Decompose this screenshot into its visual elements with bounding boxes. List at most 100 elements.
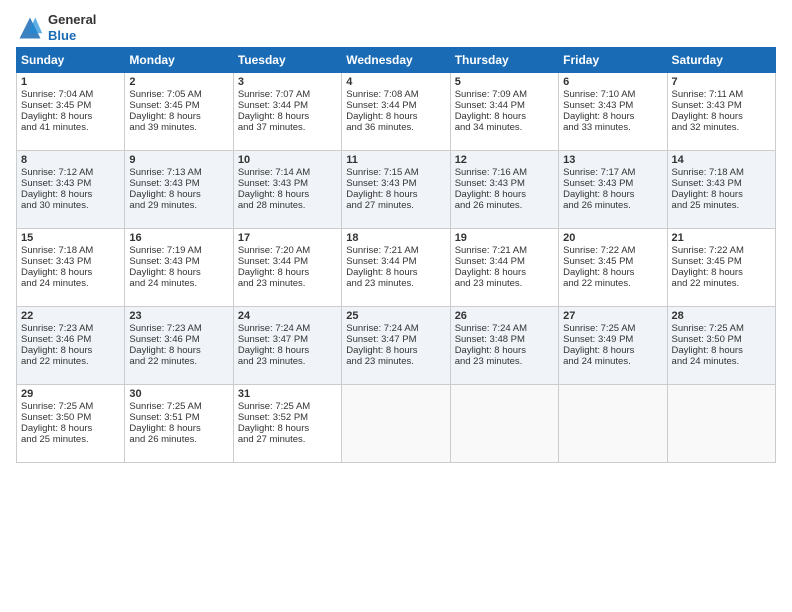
day-number: 19 bbox=[455, 232, 554, 244]
day-number: 2 bbox=[129, 76, 228, 88]
daylight-minutes: and 22 minutes. bbox=[21, 356, 89, 367]
sunrise-label: Sunrise: 7:23 AM bbox=[129, 323, 201, 334]
daylight-label: Daylight: 8 hours bbox=[21, 345, 92, 356]
week-row-2: 8Sunrise: 7:12 AMSunset: 3:43 PMDaylight… bbox=[17, 151, 776, 229]
daylight-label: Daylight: 8 hours bbox=[238, 267, 309, 278]
daylight-label: Daylight: 8 hours bbox=[346, 111, 417, 122]
sunset-label: Sunset: 3:45 PM bbox=[563, 256, 633, 267]
day-number: 16 bbox=[129, 232, 228, 244]
sunrise-label: Sunrise: 7:15 AM bbox=[346, 167, 418, 178]
day-cell: 8Sunrise: 7:12 AMSunset: 3:43 PMDaylight… bbox=[17, 151, 125, 229]
daylight-minutes: and 23 minutes. bbox=[238, 356, 306, 367]
day-cell: 27Sunrise: 7:25 AMSunset: 3:49 PMDayligh… bbox=[559, 307, 667, 385]
daylight-label: Daylight: 8 hours bbox=[455, 267, 526, 278]
sunset-label: Sunset: 3:43 PM bbox=[129, 256, 199, 267]
logo-blue: Blue bbox=[48, 28, 76, 43]
header-cell-friday: Friday bbox=[559, 48, 667, 73]
sunrise-label: Sunrise: 7:19 AM bbox=[129, 245, 201, 256]
daylight-label: Daylight: 8 hours bbox=[129, 189, 200, 200]
day-number: 18 bbox=[346, 232, 445, 244]
sunset-label: Sunset: 3:50 PM bbox=[672, 334, 742, 345]
daylight-label: Daylight: 8 hours bbox=[672, 267, 743, 278]
day-cell: 28Sunrise: 7:25 AMSunset: 3:50 PMDayligh… bbox=[667, 307, 775, 385]
sunrise-label: Sunrise: 7:23 AM bbox=[21, 323, 93, 334]
week-row-5: 29Sunrise: 7:25 AMSunset: 3:50 PMDayligh… bbox=[17, 385, 776, 463]
sunset-label: Sunset: 3:45 PM bbox=[672, 256, 742, 267]
daylight-label: Daylight: 8 hours bbox=[346, 345, 417, 356]
day-cell bbox=[667, 385, 775, 463]
sunset-label: Sunset: 3:44 PM bbox=[346, 256, 416, 267]
header-cell-sunday: Sunday bbox=[17, 48, 125, 73]
sunset-label: Sunset: 3:43 PM bbox=[238, 178, 308, 189]
daylight-minutes: and 24 minutes. bbox=[563, 356, 631, 367]
daylight-label: Daylight: 8 hours bbox=[455, 111, 526, 122]
day-cell: 9Sunrise: 7:13 AMSunset: 3:43 PMDaylight… bbox=[125, 151, 233, 229]
header-cell-wednesday: Wednesday bbox=[342, 48, 450, 73]
day-cell: 24Sunrise: 7:24 AMSunset: 3:47 PMDayligh… bbox=[233, 307, 341, 385]
day-number: 31 bbox=[238, 388, 337, 400]
sunrise-label: Sunrise: 7:04 AM bbox=[21, 89, 93, 100]
week-row-3: 15Sunrise: 7:18 AMSunset: 3:43 PMDayligh… bbox=[17, 229, 776, 307]
day-cell: 22Sunrise: 7:23 AMSunset: 3:46 PMDayligh… bbox=[17, 307, 125, 385]
sunrise-label: Sunrise: 7:24 AM bbox=[455, 323, 527, 334]
day-cell: 12Sunrise: 7:16 AMSunset: 3:43 PMDayligh… bbox=[450, 151, 558, 229]
daylight-minutes: and 24 minutes. bbox=[129, 278, 197, 289]
day-cell: 25Sunrise: 7:24 AMSunset: 3:47 PMDayligh… bbox=[342, 307, 450, 385]
sunrise-label: Sunrise: 7:25 AM bbox=[129, 401, 201, 412]
sunset-label: Sunset: 3:44 PM bbox=[455, 256, 525, 267]
day-cell: 17Sunrise: 7:20 AMSunset: 3:44 PMDayligh… bbox=[233, 229, 341, 307]
daylight-label: Daylight: 8 hours bbox=[455, 345, 526, 356]
day-cell: 2Sunrise: 7:05 AMSunset: 3:45 PMDaylight… bbox=[125, 73, 233, 151]
sunset-label: Sunset: 3:43 PM bbox=[455, 178, 525, 189]
sunset-label: Sunset: 3:44 PM bbox=[238, 100, 308, 111]
sunset-label: Sunset: 3:47 PM bbox=[238, 334, 308, 345]
sunrise-label: Sunrise: 7:25 AM bbox=[563, 323, 635, 334]
day-cell: 29Sunrise: 7:25 AMSunset: 3:50 PMDayligh… bbox=[17, 385, 125, 463]
daylight-label: Daylight: 8 hours bbox=[563, 267, 634, 278]
daylight-minutes: and 28 minutes. bbox=[238, 200, 306, 211]
daylight-minutes: and 34 minutes. bbox=[455, 122, 523, 133]
sunrise-label: Sunrise: 7:12 AM bbox=[21, 167, 93, 178]
sunrise-label: Sunrise: 7:21 AM bbox=[455, 245, 527, 256]
daylight-minutes: and 37 minutes. bbox=[238, 122, 306, 133]
daylight-minutes: and 26 minutes. bbox=[563, 200, 631, 211]
day-number: 15 bbox=[21, 232, 120, 244]
page-container: General Blue SundayMondayTuesdayWednesda… bbox=[0, 0, 792, 471]
daylight-label: Daylight: 8 hours bbox=[672, 111, 743, 122]
calendar-table: SundayMondayTuesdayWednesdayThursdayFrid… bbox=[16, 47, 776, 463]
day-number: 4 bbox=[346, 76, 445, 88]
daylight-minutes: and 30 minutes. bbox=[21, 200, 89, 211]
day-cell: 5Sunrise: 7:09 AMSunset: 3:44 PMDaylight… bbox=[450, 73, 558, 151]
daylight-label: Daylight: 8 hours bbox=[672, 345, 743, 356]
logo-general: General bbox=[48, 12, 96, 27]
daylight-label: Daylight: 8 hours bbox=[21, 267, 92, 278]
daylight-minutes: and 27 minutes. bbox=[238, 434, 306, 445]
sunset-label: Sunset: 3:46 PM bbox=[129, 334, 199, 345]
day-cell: 16Sunrise: 7:19 AMSunset: 3:43 PMDayligh… bbox=[125, 229, 233, 307]
sunrise-label: Sunrise: 7:09 AM bbox=[455, 89, 527, 100]
sunset-label: Sunset: 3:49 PM bbox=[563, 334, 633, 345]
day-cell: 15Sunrise: 7:18 AMSunset: 3:43 PMDayligh… bbox=[17, 229, 125, 307]
sunset-label: Sunset: 3:44 PM bbox=[455, 100, 525, 111]
daylight-label: Daylight: 8 hours bbox=[563, 345, 634, 356]
sunrise-label: Sunrise: 7:24 AM bbox=[346, 323, 418, 334]
sunrise-label: Sunrise: 7:18 AM bbox=[672, 167, 744, 178]
sunrise-label: Sunrise: 7:22 AM bbox=[672, 245, 744, 256]
daylight-minutes: and 32 minutes. bbox=[672, 122, 740, 133]
daylight-minutes: and 27 minutes. bbox=[346, 200, 414, 211]
day-number: 23 bbox=[129, 310, 228, 322]
daylight-label: Daylight: 8 hours bbox=[346, 189, 417, 200]
sunset-label: Sunset: 3:47 PM bbox=[346, 334, 416, 345]
daylight-label: Daylight: 8 hours bbox=[455, 189, 526, 200]
day-number: 22 bbox=[21, 310, 120, 322]
week-row-4: 22Sunrise: 7:23 AMSunset: 3:46 PMDayligh… bbox=[17, 307, 776, 385]
daylight-minutes: and 25 minutes. bbox=[21, 434, 89, 445]
sunset-label: Sunset: 3:45 PM bbox=[21, 100, 91, 111]
sunset-label: Sunset: 3:43 PM bbox=[21, 256, 91, 267]
day-number: 11 bbox=[346, 154, 445, 166]
day-cell: 11Sunrise: 7:15 AMSunset: 3:43 PMDayligh… bbox=[342, 151, 450, 229]
sunrise-label: Sunrise: 7:10 AM bbox=[563, 89, 635, 100]
day-cell: 20Sunrise: 7:22 AMSunset: 3:45 PMDayligh… bbox=[559, 229, 667, 307]
header-row: SundayMondayTuesdayWednesdayThursdayFrid… bbox=[17, 48, 776, 73]
day-number: 1 bbox=[21, 76, 120, 88]
